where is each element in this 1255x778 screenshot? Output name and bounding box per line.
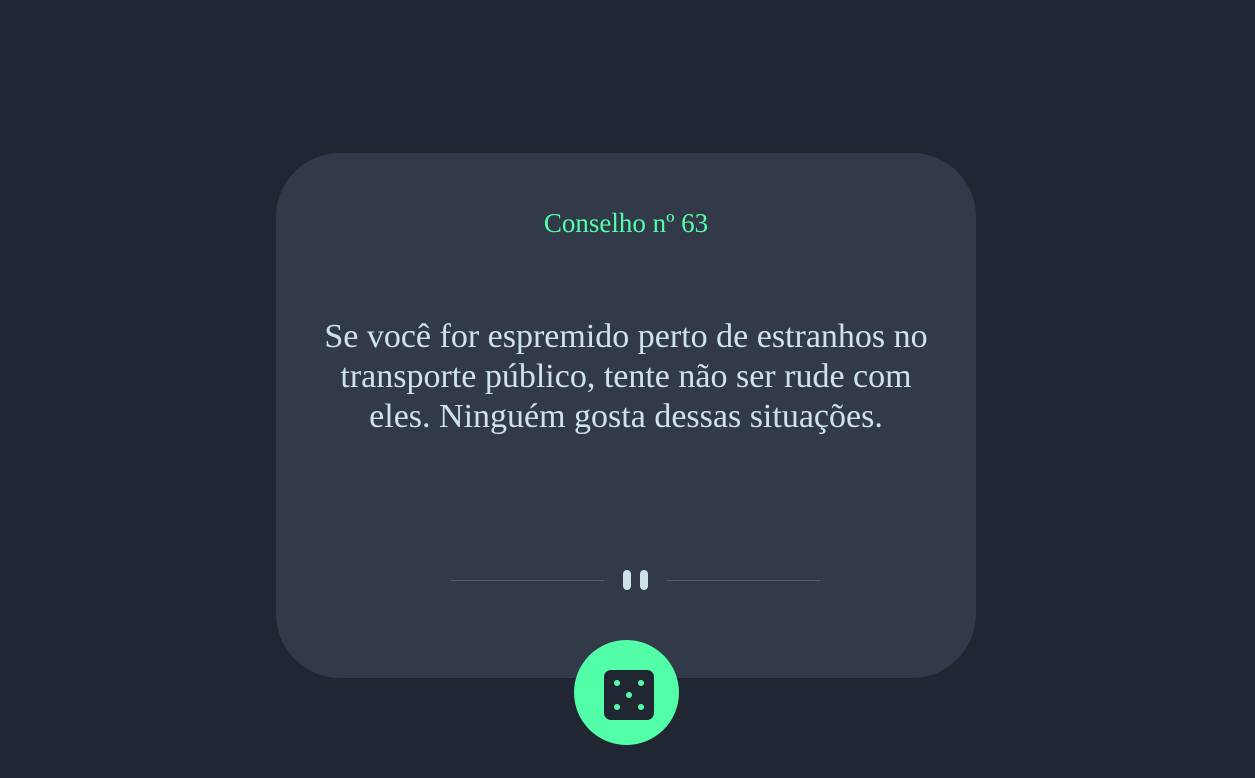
divider-line-right bbox=[667, 580, 820, 581]
advice-quote: Se você for espremido perto de estranhos… bbox=[324, 318, 928, 435]
advice-card: Conselho nº 63 Se você for espremido per… bbox=[276, 153, 976, 678]
advice-id-label: Conselho nº 63 bbox=[543, 208, 709, 238]
divider-line-left bbox=[451, 580, 604, 581]
generate-advice-button[interactable] bbox=[574, 640, 679, 745]
pause-icon bbox=[623, 569, 649, 591]
pattern-divider bbox=[451, 569, 820, 591]
dice-icon bbox=[604, 670, 654, 720]
